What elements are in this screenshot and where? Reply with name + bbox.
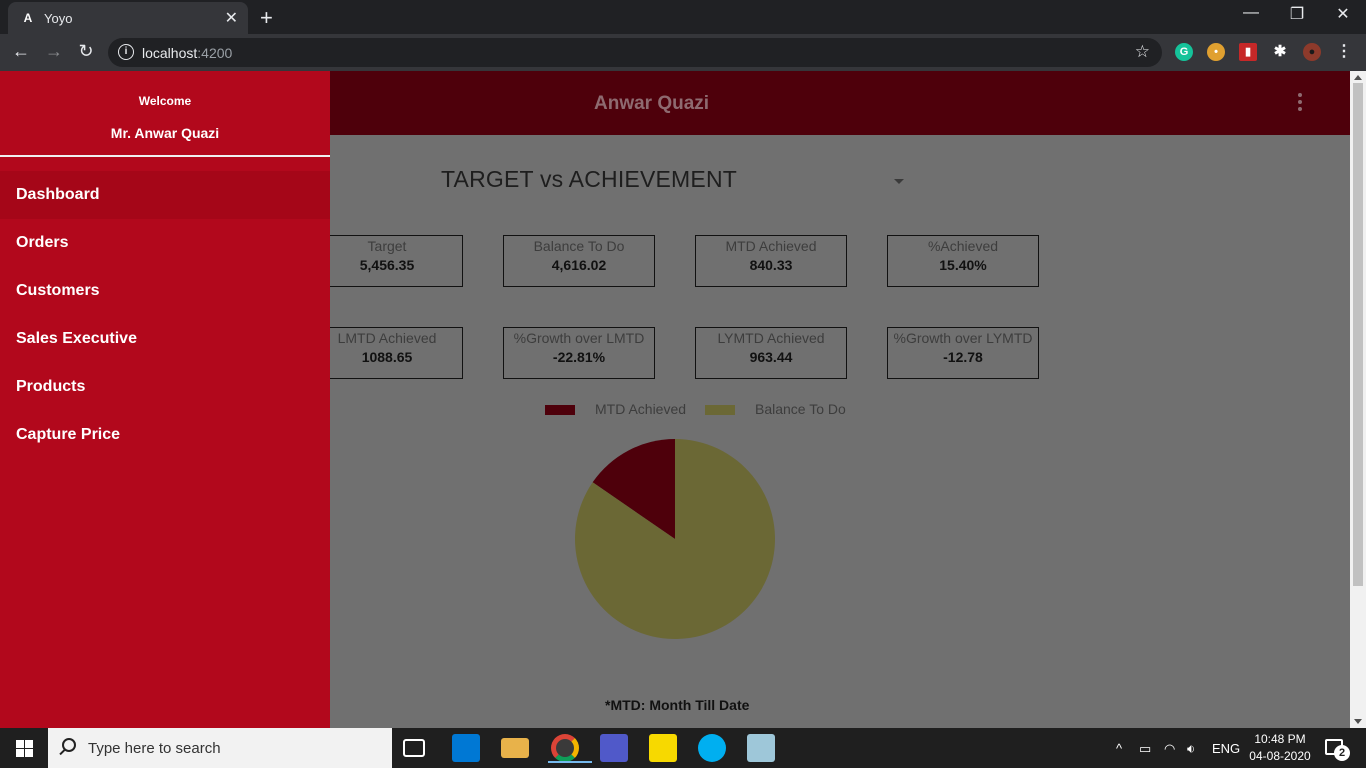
kpi-value: -22.81%: [552, 349, 606, 365]
back-arrow-icon[interactable]: ←: [9, 41, 33, 62]
taskbar-clock[interactable]: 10:48 PM 04-08-2020: [1248, 731, 1312, 765]
sidebar-user-name: Mr. Anwar Quazi: [110, 125, 220, 141]
sidebar-item-capture-price[interactable]: Capture Price: [0, 411, 330, 459]
url-text: localhost:4200: [142, 45, 232, 61]
taskbar-search-box[interactable]: Type here to search: [48, 728, 392, 768]
page-title: TARGET vs ACHIEVEMENT: [441, 166, 738, 192]
sidebar: Welcome Mr. Anwar Quazi Dashboard Orders…: [0, 71, 330, 728]
skype-icon[interactable]: [698, 734, 726, 762]
chrome-icon[interactable]: [548, 734, 592, 763]
legend-label: MTD Achieved: [595, 401, 687, 417]
search-icon: [62, 738, 76, 752]
kpi-lmtd-achieved: LMTD Achieved 1088.65: [311, 327, 463, 379]
kpi-label: Balance To Do: [533, 238, 625, 254]
browser-toolbar: ← → ↻ i localhost:4200 ☆ G • ▮ ✱ ● ⋮: [0, 34, 1366, 71]
kpi-value: 15.40%: [939, 257, 987, 273]
url-port: :4200: [197, 45, 233, 61]
browser-menu-icon[interactable]: ⋮: [1332, 41, 1356, 61]
kpi-label: %Growth over LYMTD: [893, 330, 1033, 346]
kpi-value: -12.78: [943, 349, 983, 365]
sidebar-item-customers[interactable]: Customers: [0, 267, 330, 315]
scrollbar-thumb[interactable]: [1353, 83, 1363, 586]
task-view-icon[interactable]: [403, 739, 425, 757]
legend-label: Balance To Do: [755, 401, 846, 417]
scroll-up-arrow-icon[interactable]: [1354, 75, 1362, 80]
extensions-puzzle-icon[interactable]: ✱: [1271, 43, 1289, 61]
kpi-label: LMTD Achieved: [337, 330, 437, 346]
legend-swatch: [705, 405, 735, 415]
chevron-down-icon[interactable]: [894, 179, 904, 184]
kpi-balance-to-do: Balance To Do 4,616.02: [503, 235, 655, 287]
kpi-label: LYMTD Achieved: [717, 330, 825, 346]
sidebar-welcome: Welcome: [138, 94, 192, 108]
kpi-value: 840.33: [749, 257, 793, 273]
notification-count: 2: [1334, 745, 1350, 761]
clock-time: 10:48 PM: [1254, 732, 1306, 746]
profile-avatar[interactable]: ●: [1303, 43, 1321, 61]
browser-tab-strip: A Yoyo ✕ + — ❐ ✕: [0, 0, 1366, 34]
teams-icon[interactable]: [600, 734, 628, 762]
footnote: *MTD: Month Till Date: [605, 697, 750, 713]
site-info-icon[interactable]: i: [118, 44, 134, 60]
sidebar-item-sales-executive[interactable]: Sales Executive: [0, 315, 330, 363]
kpi-value: 4,616.02: [551, 257, 607, 273]
extension-icon[interactable]: •: [1207, 43, 1225, 61]
sidebar-divider: [0, 155, 330, 157]
sidebar-item-dashboard[interactable]: Dashboard: [0, 171, 330, 219]
address-bar[interactable]: i localhost:4200 ☆: [108, 38, 1162, 67]
url-host: localhost: [142, 45, 198, 61]
new-tab-button[interactable]: +: [260, 5, 273, 31]
page-scrollbar[interactable]: [1350, 71, 1366, 728]
notification-center-icon[interactable]: 2: [1325, 739, 1350, 761]
kpi-lymtd-achieved: LYMTD Achieved 963.44: [695, 327, 847, 379]
more-options-icon[interactable]: [1294, 93, 1306, 113]
kpi-mtd-achieved: MTD Achieved 840.33: [695, 235, 847, 287]
kpi-label: MTD Achieved: [725, 238, 817, 254]
volume-icon[interactable]: 🔉︎: [1187, 741, 1195, 757]
file-explorer-icon[interactable]: [501, 738, 529, 758]
kpi-value: 1088.65: [361, 349, 413, 365]
close-window-button[interactable]: ✕: [1320, 4, 1366, 24]
vscode-icon[interactable]: [452, 734, 480, 762]
sidebar-item-products[interactable]: Products: [0, 363, 330, 411]
bookmark-star-icon[interactable]: ☆: [1135, 42, 1150, 62]
grammarly-extension-icon[interactable]: G: [1175, 43, 1193, 61]
battery-icon[interactable]: ▭: [1139, 741, 1151, 757]
kpi-growth-over-lmtd: %Growth over LMTD -22.81%: [503, 327, 655, 379]
clock-date: 04-08-2020: [1249, 749, 1311, 763]
windows-start-icon[interactable]: [0, 728, 48, 768]
app-icon[interactable]: [747, 734, 775, 762]
kpi-label: %Growth over LMTD: [513, 330, 645, 346]
search-placeholder: Type here to search: [88, 740, 221, 757]
show-hidden-icons-icon[interactable]: ^: [1116, 741, 1122, 756]
kpi-label: Target: [367, 238, 407, 254]
restore-button[interactable]: ❐: [1274, 4, 1320, 24]
pdf-extension-icon[interactable]: ▮: [1239, 43, 1257, 61]
legend-swatch: [545, 405, 575, 415]
kpi-target: Target 5,456.35: [311, 235, 463, 287]
tab-close-icon[interactable]: ✕: [225, 8, 238, 28]
wifi-icon[interactable]: ◠: [1164, 741, 1175, 757]
kpi-value: 5,456.35: [359, 257, 415, 273]
kpi-growth-over-lymtd: %Growth over LYMTD -12.78: [887, 327, 1039, 379]
kpi-value: 963.44: [749, 349, 793, 365]
language-indicator[interactable]: ENG: [1212, 741, 1240, 756]
minimize-button[interactable]: —: [1228, 4, 1274, 22]
tab-title: Yoyo: [44, 11, 73, 26]
sidebar-item-orders[interactable]: Orders: [0, 219, 330, 267]
kpi-percent-achieved: %Achieved 15.40%: [887, 235, 1039, 287]
legend-item-mtd-achieved[interactable]: MTD Achieved: [545, 401, 686, 417]
pie-chart: [575, 439, 775, 639]
scroll-down-arrow-icon[interactable]: [1354, 719, 1362, 724]
kpi-label: %Achieved: [927, 238, 999, 254]
angular-favicon-icon: A: [23, 11, 33, 25]
header-user-name: Anwar Quazi: [594, 93, 710, 114]
forward-arrow-icon[interactable]: →: [42, 41, 66, 62]
reload-icon[interactable]: ↻: [74, 41, 98, 62]
browser-tab[interactable]: A Yoyo ✕: [8, 2, 248, 34]
sticky-notes-icon[interactable]: [649, 734, 677, 762]
legend-item-balance-to-do[interactable]: Balance To Do: [705, 401, 846, 417]
windows-taskbar: Type here to search ^ ▭ ◠ 🔉︎ ENG 10:48 P…: [0, 728, 1366, 768]
